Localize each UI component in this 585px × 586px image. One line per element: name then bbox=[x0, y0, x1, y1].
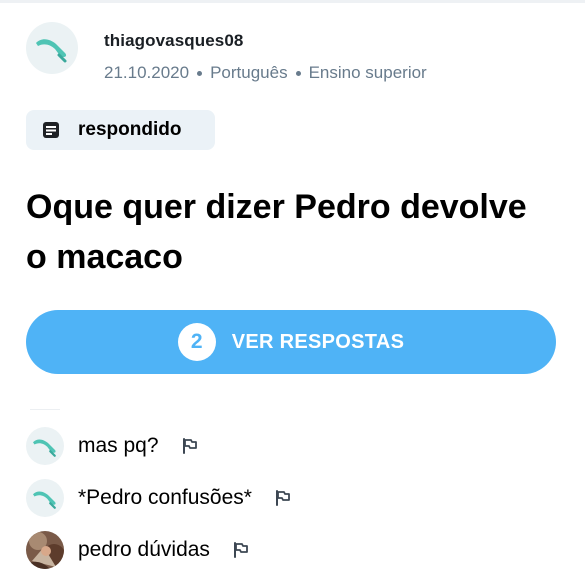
author-avatar[interactable] bbox=[26, 22, 78, 74]
comment-item: *Pedro confusões* bbox=[26, 472, 292, 524]
comment-avatar[interactable] bbox=[26, 479, 64, 517]
comment-avatar[interactable] bbox=[26, 427, 64, 465]
question-meta: 21.10.2020 Português Ensino superior bbox=[104, 63, 427, 83]
author-username[interactable]: thiagovasques08 bbox=[104, 31, 427, 51]
default-avatar-icon bbox=[33, 491, 56, 509]
top-divider bbox=[0, 0, 585, 3]
question-level: Ensino superior bbox=[308, 63, 427, 82]
separator-dot bbox=[197, 70, 203, 76]
flag-icon[interactable] bbox=[274, 489, 292, 507]
default-avatar-icon bbox=[36, 39, 67, 63]
comment-item: mas pq? bbox=[26, 420, 292, 472]
view-answers-label: VER RESPOSTAS bbox=[231, 330, 405, 353]
question-title: Oque quer dizer Pedro devolve o macaco bbox=[26, 188, 527, 276]
document-icon bbox=[43, 122, 59, 138]
view-answers-button[interactable]: 2 VER RESPOSTAS bbox=[26, 310, 556, 374]
comment-text: *Pedro confusões* bbox=[78, 486, 252, 509]
comments-list: mas pq? *Pedro confusões* pedro dúvidas bbox=[26, 420, 292, 576]
default-avatar-icon bbox=[33, 439, 56, 457]
comment-text: mas pq? bbox=[78, 434, 159, 457]
question-header: thiagovasques08 21.10.2020 Português Ens… bbox=[26, 22, 427, 82]
status-label: respondido bbox=[78, 119, 182, 140]
comment-avatar[interactable] bbox=[26, 531, 64, 569]
photo-avatar-icon bbox=[26, 531, 64, 569]
comments-divider bbox=[30, 409, 60, 410]
question-subject[interactable]: Português bbox=[210, 63, 288, 83]
comment-text: pedro dúvidas bbox=[78, 538, 210, 561]
question-date: 21.10.2020 bbox=[104, 63, 190, 82]
flag-icon[interactable] bbox=[232, 541, 250, 559]
answers-count-badge: 2 bbox=[177, 323, 216, 361]
comment-item: pedro dúvidas bbox=[26, 524, 292, 576]
separator-dot bbox=[295, 70, 301, 76]
status-badge: respondido bbox=[26, 110, 215, 150]
flag-icon[interactable] bbox=[181, 437, 199, 455]
